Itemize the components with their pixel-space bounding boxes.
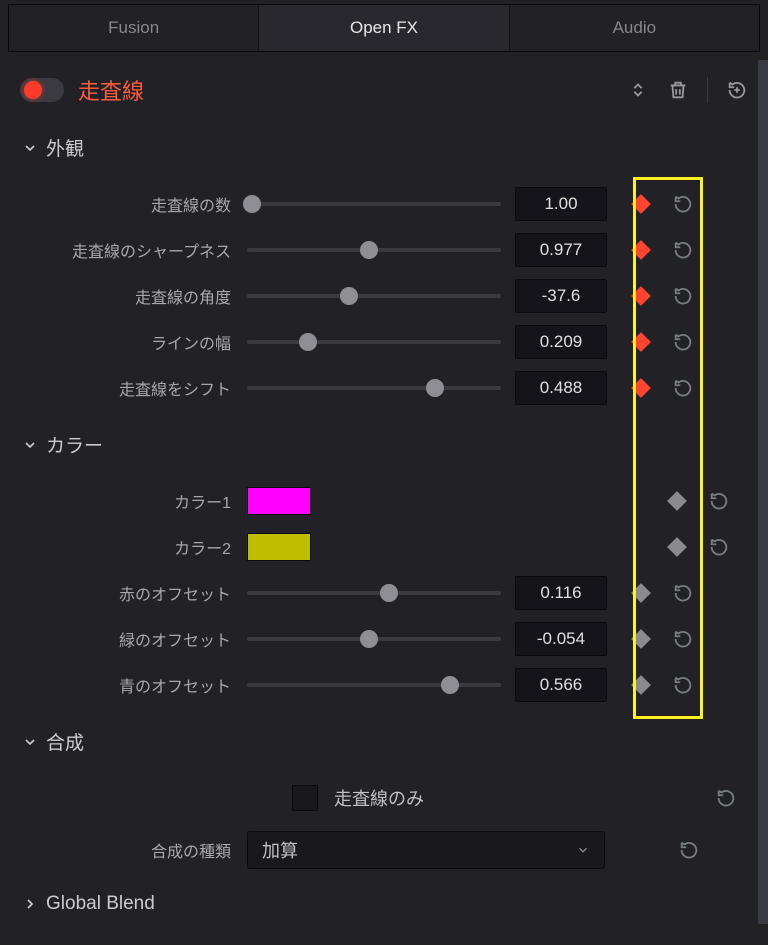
slider[interactable] xyxy=(247,386,501,390)
keyframe-diamond[interactable] xyxy=(631,629,651,649)
keyframe-diamond[interactable] xyxy=(631,240,651,260)
fx-header: 走査線 xyxy=(0,56,768,124)
tab-openfx[interactable]: Open FX xyxy=(259,5,509,51)
slider[interactable] xyxy=(247,591,501,595)
value-input[interactable]: 0.977 xyxy=(515,233,607,267)
tabs: Fusion Open FX Audio xyxy=(8,4,760,52)
keyframe-diamond[interactable] xyxy=(631,378,651,398)
reset-icon[interactable] xyxy=(672,285,694,307)
slider[interactable] xyxy=(247,637,501,641)
reset-icon[interactable] xyxy=(708,536,730,558)
keyframe-diamond[interactable] xyxy=(631,194,651,214)
tab-audio[interactable]: Audio xyxy=(510,5,759,51)
param-row: 走査線をシフト 0.488 xyxy=(22,365,746,411)
slider[interactable] xyxy=(247,294,501,298)
color-swatch[interactable] xyxy=(247,533,311,561)
composite-type-label: 合成の種類 xyxy=(22,838,247,862)
select-value: 加算 xyxy=(262,837,298,863)
value-input[interactable]: 0.566 xyxy=(515,668,607,702)
chevron-down-icon xyxy=(22,437,38,453)
param-row: カラー2 xyxy=(22,524,746,570)
checkbox-label: 走査線のみ xyxy=(334,785,424,811)
keyframe-diamond[interactable] xyxy=(631,675,651,695)
chevron-down-icon xyxy=(22,734,38,750)
value-input[interactable]: -0.054 xyxy=(515,622,607,656)
section-title: Global Blend xyxy=(46,893,155,915)
param-label: カラー2 xyxy=(22,535,247,559)
reset-icon[interactable] xyxy=(672,628,694,650)
slider[interactable] xyxy=(247,683,501,687)
reset-add-icon[interactable] xyxy=(726,79,748,101)
trash-icon[interactable] xyxy=(667,79,689,101)
reset-icon[interactable] xyxy=(672,193,694,215)
section-global-blend: Global Blend xyxy=(0,883,768,945)
keyframe-diamond[interactable] xyxy=(667,491,687,511)
enable-toggle[interactable] xyxy=(20,78,64,102)
param-label: ラインの幅 xyxy=(22,330,247,354)
param-row: 走査線の数 1.00 xyxy=(22,181,746,227)
param-row: 青のオフセット 0.566 xyxy=(22,662,746,708)
param-row: 走査線の角度 -37.6 xyxy=(22,273,746,319)
param-label: 緑のオフセット xyxy=(22,627,247,651)
reset-icon[interactable] xyxy=(672,582,694,604)
param-label: 走査線をシフト xyxy=(22,376,247,400)
chevron-right-icon xyxy=(22,896,38,912)
param-label: 青のオフセット xyxy=(22,673,247,697)
section-composite: 合成 走査線のみ 合成の種類 加算 xyxy=(0,718,768,883)
param-row: 緑のオフセット -0.054 xyxy=(22,616,746,662)
fx-title: 走査線 xyxy=(78,74,627,106)
slider[interactable] xyxy=(247,340,501,344)
reset-icon[interactable] xyxy=(678,839,700,861)
param-label: 走査線の数 xyxy=(22,192,247,216)
section-title: 外観 xyxy=(46,134,84,161)
chevron-down-icon xyxy=(22,140,38,156)
keyframe-diamond[interactable] xyxy=(631,286,651,306)
keyframe-diamond[interactable] xyxy=(667,537,687,557)
section-head-appearance[interactable]: 外観 xyxy=(22,134,746,161)
value-input[interactable]: 0.209 xyxy=(515,325,607,359)
value-input[interactable]: 1.00 xyxy=(515,187,607,221)
param-row: ラインの幅 0.209 xyxy=(22,319,746,365)
param-row: 赤のオフセット 0.116 xyxy=(22,570,746,616)
section-head-global[interactable]: Global Blend xyxy=(22,893,746,915)
param-row: カラー1 xyxy=(22,478,746,524)
section-title: カラー xyxy=(46,431,103,458)
param-row: 走査線のシャープネス 0.977 xyxy=(22,227,746,273)
reset-icon[interactable] xyxy=(715,787,737,809)
param-label: 赤のオフセット xyxy=(22,581,247,605)
param-label: 走査線の角度 xyxy=(22,284,247,308)
param-label: 走査線のシャープネス xyxy=(22,238,247,262)
section-color: カラー カラー1 カラー2 赤のオフセット 0.116 緑のオフセット -0.054 青のオ… xyxy=(0,421,768,718)
keyframe-diamond[interactable] xyxy=(631,583,651,603)
reset-icon[interactable] xyxy=(708,490,730,512)
only-scanline-checkbox[interactable] xyxy=(292,785,318,811)
reset-icon[interactable] xyxy=(672,331,694,353)
value-input[interactable]: 0.488 xyxy=(515,371,607,405)
expand-collapse-icon[interactable] xyxy=(627,79,649,101)
section-head-color[interactable]: カラー xyxy=(22,431,746,458)
reset-icon[interactable] xyxy=(672,377,694,399)
tab-fusion[interactable]: Fusion xyxy=(9,5,259,51)
scrollbar[interactable] xyxy=(758,60,768,924)
slider[interactable] xyxy=(247,202,501,206)
keyframe-diamond[interactable] xyxy=(631,332,651,352)
composite-type-select[interactable]: 加算 xyxy=(247,831,605,869)
param-label: カラー1 xyxy=(22,489,247,513)
section-title: 合成 xyxy=(46,728,84,755)
reset-icon[interactable] xyxy=(672,239,694,261)
slider[interactable] xyxy=(247,248,501,252)
section-head-composite[interactable]: 合成 xyxy=(22,728,746,755)
chevron-down-icon xyxy=(576,843,590,857)
value-input[interactable]: -37.6 xyxy=(515,279,607,313)
reset-icon[interactable] xyxy=(672,674,694,696)
section-appearance: 外観 走査線の数 1.00 走査線のシャープネス 0.977 走査線の角度 -37.6 ライ… xyxy=(0,124,768,421)
value-input[interactable]: 0.116 xyxy=(515,576,607,610)
color-swatch[interactable] xyxy=(247,487,311,515)
